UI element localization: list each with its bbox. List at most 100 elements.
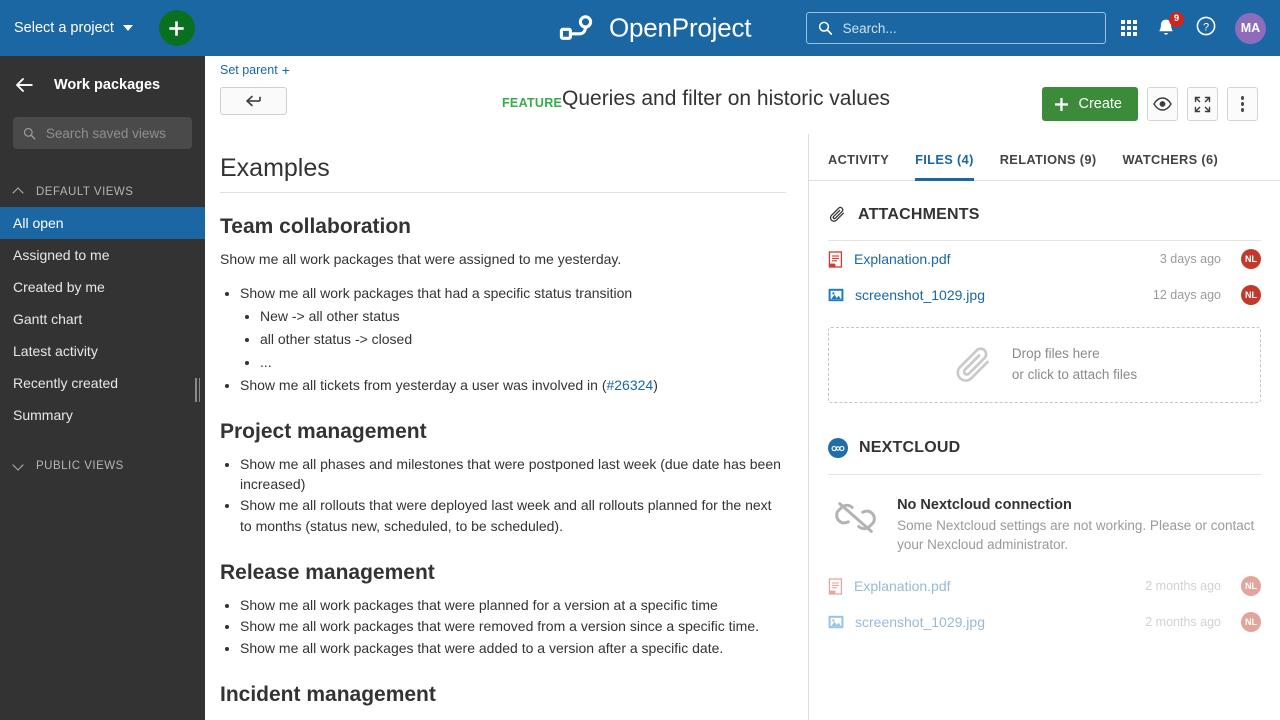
- sidebar-resize-handle[interactable]: [194, 378, 201, 402]
- tab-activity[interactable]: ACTIVITY: [828, 152, 902, 180]
- page-title: Examples: [220, 154, 786, 193]
- back-arrow-icon: [16, 77, 33, 92]
- bullet-list: Show me all phases and milestones that w…: [240, 454, 786, 536]
- sidebar-item-label: Assigned to me: [13, 247, 110, 263]
- section-heading-project-management: Project management: [220, 419, 427, 443]
- sidebar-item-label: Created by me: [13, 279, 105, 295]
- search-icon: [23, 127, 36, 140]
- list-item: Show me all tickets from yesterday a use…: [240, 375, 786, 395]
- dropzone-line1: Drop files here: [1011, 346, 1100, 362]
- avatar: NL: [1241, 249, 1261, 269]
- sidebar-item-latest-activity[interactable]: Latest activity: [0, 335, 205, 367]
- brand-logo[interactable]: OpenProject: [558, 12, 752, 44]
- list-item: Show me all phases and milestones that w…: [240, 454, 786, 495]
- attachment-name[interactable]: Explanation.pdf: [854, 251, 1149, 267]
- attachments-section-header: ATTACHMENTS: [828, 205, 1261, 224]
- ticket-link[interactable]: #26324: [606, 377, 653, 393]
- watch-button[interactable]: [1147, 87, 1178, 121]
- tab-watchers[interactable]: WATCHERS (6): [1109, 152, 1231, 180]
- attachment-name[interactable]: screenshot_1029.jpg: [855, 287, 1142, 303]
- sidebar-item-summary[interactable]: Summary: [0, 399, 205, 431]
- divider: [828, 474, 1261, 475]
- openproject-logo-icon: [559, 14, 593, 40]
- nextcloud-file-name[interactable]: screenshot_1029.jpg: [855, 614, 1134, 630]
- work-package-type: FEATURE: [502, 96, 563, 110]
- project-select-label: Select a project: [14, 20, 114, 36]
- search-input[interactable]: [842, 20, 1094, 36]
- header-actions: Create: [1042, 87, 1258, 121]
- back-arrow-icon: [245, 95, 261, 107]
- sidebar-group-default-views[interactable]: DEFAULT VIEWS: [0, 177, 205, 207]
- user-avatar[interactable]: MA: [1235, 12, 1266, 44]
- bullet-sublist: New -> all other status all other status…: [260, 306, 786, 373]
- bullet-list: Show me all work packages that were plan…: [240, 595, 786, 658]
- project-select-button[interactable]: Select a project: [14, 0, 133, 56]
- dropzone-text: Drop files here or click to attach files: [1012, 344, 1137, 386]
- saved-views-search-input[interactable]: [45, 125, 182, 141]
- create-button-label: Create: [1078, 96, 1122, 112]
- list-item-text: Show me all work packages that had a spe…: [240, 285, 633, 302]
- paperclip-icon: [829, 206, 845, 222]
- work-package-subject: Queries and filter on historic values: [562, 87, 890, 110]
- broken-link-icon: [835, 502, 876, 533]
- nextcloud-file-row[interactable]: screenshot_1029.jpg 2 months ago NL: [828, 604, 1261, 640]
- saved-views-search[interactable]: [13, 117, 192, 149]
- work-package-description: Examples Team collaboration Show me all …: [205, 134, 808, 720]
- back-button[interactable]: [220, 87, 287, 115]
- more-menu-button[interactable]: [1227, 87, 1258, 121]
- attachments-title: ATTACHMENTS: [858, 205, 980, 223]
- list-item-text-after: ): [653, 376, 658, 393]
- sidebar-item-gantt-chart[interactable]: Gantt chart: [0, 303, 205, 335]
- sidebar-item-label: Recently created: [13, 375, 119, 391]
- sidebar-header: Work packages: [0, 56, 205, 113]
- nextcloud-title: NEXTCLOUD: [859, 439, 961, 456]
- tab-relations[interactable]: RELATIONS (9): [987, 152, 1110, 180]
- section-heading-team-collaboration: Team collaboration: [220, 215, 411, 238]
- notification-badge: 9: [1169, 12, 1184, 27]
- nextcloud-error-text: No Nextcloud connection Some Nextcloud s…: [897, 497, 1261, 554]
- chevron-up-icon: [14, 187, 25, 198]
- plus-icon: +: [281, 62, 290, 78]
- sidebar-item-label: Latest activity: [13, 343, 98, 359]
- sidebar-group-public-views[interactable]: PUBLIC VIEWS: [0, 451, 205, 481]
- fullscreen-button[interactable]: [1187, 87, 1218, 121]
- files-panel: ATTACHMENTS Explanation.pdf 3 days ago N…: [809, 205, 1280, 640]
- section-heading-incident-management: Incident management: [220, 682, 436, 706]
- sidebar-item-label: All open: [13, 215, 64, 231]
- fullscreen-icon: [1194, 96, 1211, 112]
- set-parent-button[interactable]: Set parent +: [220, 63, 290, 77]
- attachment-row[interactable]: screenshot_1029.jpg 12 days ago NL: [828, 277, 1261, 313]
- pdf-file-icon: [828, 250, 843, 268]
- tab-files[interactable]: FILES (4): [902, 152, 987, 181]
- sidebar-item-assigned-to-me[interactable]: Assigned to me: [0, 239, 205, 271]
- sidebar-item-recently-created[interactable]: Recently created: [0, 367, 205, 399]
- svg-text:?: ?: [1203, 21, 1209, 33]
- list-item: Show me all work packages that were plan…: [240, 595, 786, 615]
- top-bar-actions: 9 ? MA: [1121, 0, 1266, 56]
- sidebar: Work packages DEFAULT VIEWS All open Ass…: [0, 56, 205, 720]
- brand-name: OpenProject: [609, 12, 752, 43]
- attachment-row[interactable]: Explanation.pdf 3 days ago NL: [828, 241, 1261, 277]
- nextcloud-file-row[interactable]: Explanation.pdf 2 months ago NL: [828, 568, 1261, 604]
- file-dropzone[interactable]: Drop files here or click to attach files: [828, 327, 1261, 403]
- sidebar-item-created-by-me[interactable]: Created by me: [0, 271, 205, 303]
- nextcloud-error-title: No Nextcloud connection: [897, 497, 1072, 513]
- avatar-initials: MA: [1240, 21, 1261, 35]
- help-button[interactable]: ?: [1195, 15, 1217, 42]
- global-add-button[interactable]: [158, 10, 195, 46]
- nextcloud-file-name[interactable]: Explanation.pdf: [854, 578, 1134, 594]
- help-icon: ?: [1196, 16, 1216, 35]
- app-grid-icon[interactable]: [1121, 20, 1137, 36]
- list-item: New -> all other status: [260, 306, 786, 327]
- search-icon: [818, 21, 833, 35]
- global-search[interactable]: [806, 12, 1106, 44]
- work-package-detail: Set parent + FEATURE Queries and filter …: [205, 56, 1280, 720]
- create-button[interactable]: Create: [1042, 87, 1138, 121]
- chevron-down-icon: [122, 25, 133, 31]
- paperclip-icon: [956, 347, 989, 382]
- sidebar-item-all-open[interactable]: All open: [0, 207, 205, 239]
- nextcloud-file-date: 2 months ago: [1145, 615, 1221, 630]
- notifications-button[interactable]: 9: [1155, 12, 1184, 39]
- dropzone-line2: or click to attach files: [1011, 367, 1138, 382]
- chevron-down-icon: [14, 461, 25, 472]
